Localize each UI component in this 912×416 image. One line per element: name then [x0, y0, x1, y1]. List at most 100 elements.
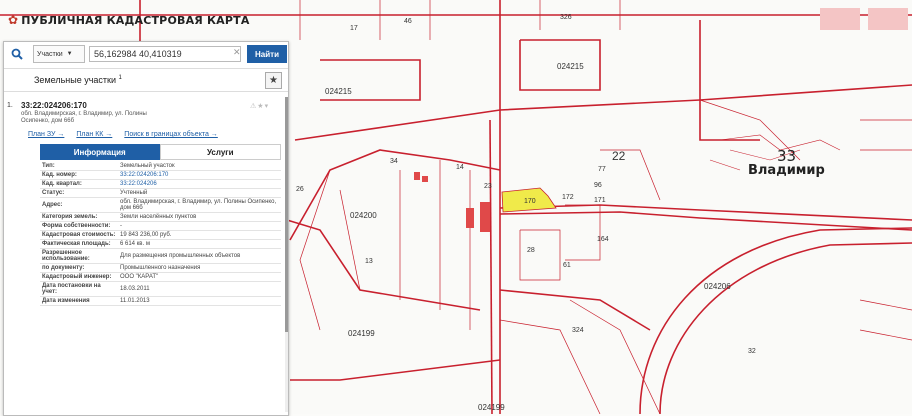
field-label: Кад. номер:	[40, 170, 118, 180]
map-label: 13	[365, 258, 373, 265]
field-value: обл. Владимирская, г. Владимир, ул. Поли…	[118, 197, 281, 213]
field-value: 19 843 236,00 руб.	[118, 230, 281, 240]
search-icon[interactable]	[7, 44, 27, 64]
field-value: -	[118, 221, 281, 231]
field-label: Адрес:	[40, 197, 118, 213]
table-row: Форма собственности: -	[40, 221, 281, 231]
field-label: Дата постановки на учет:	[40, 281, 118, 297]
field-label: по документу:	[40, 263, 118, 273]
tab-information[interactable]: Информация	[40, 144, 160, 160]
map-label: 96	[594, 182, 602, 189]
map-label: 170	[524, 198, 536, 205]
tab-services[interactable]: Услуги	[159, 144, 281, 160]
map-label: 23	[484, 183, 492, 190]
field-label: Дата изменения	[40, 296, 118, 306]
favorite-star-icon[interactable]: ★	[265, 72, 282, 89]
result-number: 1.	[7, 102, 13, 109]
star-icon[interactable]: ★	[257, 103, 264, 110]
clear-icon[interactable]: ✕	[233, 47, 241, 58]
table-row: Дата изменения 11.01.2013	[40, 296, 281, 306]
map-label: 28	[527, 247, 535, 254]
field-label: Кадастровый инженер:	[40, 272, 118, 282]
map-label: 024215	[325, 87, 352, 96]
table-row: Категория земель: Земли населённых пункто…	[40, 212, 281, 222]
map-label: 024199	[478, 403, 505, 412]
field-label: Статус:	[40, 188, 118, 198]
chevron-down-icon: ▼	[66, 51, 73, 57]
field-value: 11.01.2013	[118, 296, 281, 306]
map-label: 77	[598, 166, 606, 173]
field-label: Категория земель:	[40, 212, 118, 222]
table-row: Адрес: обл. Владимирская, г. Владимир, ул…	[40, 197, 281, 213]
plan-kk-link[interactable]: План КК →	[76, 131, 112, 138]
field-value: Земельный участок	[118, 162, 281, 171]
search-input[interactable]	[89, 46, 241, 62]
table-row: Тип: Земельный участок	[40, 162, 281, 171]
field-value: 6 614 кв. м	[118, 239, 281, 249]
parcel-address-line1: обл. Владимирская, г. Владимир, ул. Поли…	[21, 111, 147, 117]
table-row: Дата постановки на учет: 18.03.2011	[40, 281, 281, 297]
map-label: 024215	[557, 62, 584, 71]
table-row: Кадастровый инженер: ООО "КАРАТ"	[40, 272, 281, 282]
table-row: Разрешенное использование: Для размещения…	[40, 248, 281, 264]
map-label: 164	[597, 236, 609, 243]
map-label: 024199	[348, 329, 375, 338]
map-label: 34	[390, 158, 398, 165]
category-select[interactable]: Участки ▼	[33, 45, 85, 63]
results-header: Земельные участки 1 ★	[4, 68, 288, 92]
table-row: Кад. квартал: 33:22:024206	[40, 179, 281, 189]
field-label: Тип:	[40, 162, 118, 171]
table-row: Кадастровая стоимость: 19 843 236,00 руб.	[40, 230, 281, 240]
scroll-thumb[interactable]	[285, 97, 288, 332]
search-panel: Участки ▼ Найти ✕ Земельные участки 1 ★ …	[3, 41, 289, 416]
field-value: Промышленного назначения	[118, 263, 281, 273]
field-value[interactable]: 33:22:024206:170	[118, 170, 281, 180]
parcel-tabs: Информация Услуги	[40, 144, 281, 160]
city-name-label: Владимир	[748, 163, 825, 178]
map-label: 22	[612, 149, 626, 163]
category-select-value: Участки	[37, 50, 63, 58]
map-label: 171	[594, 197, 606, 204]
field-value: Земли населённых пунктов	[118, 212, 281, 222]
map-label: 46	[404, 18, 412, 25]
parcel-address-line2: Осипенко, дом 66б	[21, 118, 75, 124]
parcel-links: План ЗУ → План КК → Поиск в границах объ…	[28, 131, 218, 138]
table-row: Фактическая площадь: 6 614 кв. м	[40, 239, 281, 249]
map-label: 024206	[704, 282, 731, 291]
field-value: Для размещения промышленных объектов	[118, 248, 281, 264]
map-label: 14	[456, 164, 464, 171]
search-in-bounds-link[interactable]: Поиск в границах объекта →	[124, 131, 218, 138]
map-label: 326	[560, 14, 572, 21]
field-label: Кадастровая стоимость:	[40, 230, 118, 240]
app-title: ✿ ПУБЛИЧНАЯ КАДАСТРОВАЯ КАРТА	[8, 13, 250, 27]
field-label: Форма собственности:	[40, 221, 118, 231]
field-value: Учтенный	[118, 188, 281, 198]
logo-icon: ✿	[8, 13, 19, 27]
results-count: 1	[118, 75, 122, 81]
search-bar: Участки ▼ Найти	[4, 42, 288, 66]
field-label: Кад. квартал:	[40, 179, 118, 189]
plan-zu-link[interactable]: План ЗУ →	[28, 131, 64, 138]
results-title: Земельные участки 1	[34, 75, 122, 85]
parcel-info-table: Тип: Земельный участок Кад. номер: 33:22:02…	[40, 162, 281, 306]
field-label: Разрешенное использование:	[40, 248, 118, 264]
parcel-id[interactable]: 33:22:024206:170	[21, 101, 87, 110]
field-value[interactable]: 33:22:024206	[118, 179, 281, 189]
map-label: 172	[562, 194, 574, 201]
map-label: 17	[350, 25, 358, 32]
parcel-address: обл. Владимирская, г. Владимир, ул. Поли…	[21, 111, 221, 125]
map-label: 32	[748, 348, 756, 355]
result-tools: ⚠★▾	[250, 102, 269, 110]
field-value: ООО "КАРАТ"	[118, 272, 281, 282]
find-button[interactable]: Найти	[247, 45, 287, 63]
menu-icon[interactable]: ▾	[265, 103, 270, 110]
map-label: 324	[572, 327, 584, 334]
table-row: Кад. номер: 33:22:024206:170	[40, 170, 281, 180]
app-title-text: ПУБЛИЧНАЯ КАДАСТРОВАЯ КАРТА	[21, 13, 250, 27]
field-value: 18.03.2011	[118, 281, 281, 297]
results-title-text: Земельные участки	[34, 75, 117, 85]
map-label: 024200	[350, 211, 377, 220]
map-label: 26	[296, 186, 304, 193]
table-row: Статус: Учтенный	[40, 188, 281, 198]
scrollbar[interactable]	[285, 97, 288, 412]
